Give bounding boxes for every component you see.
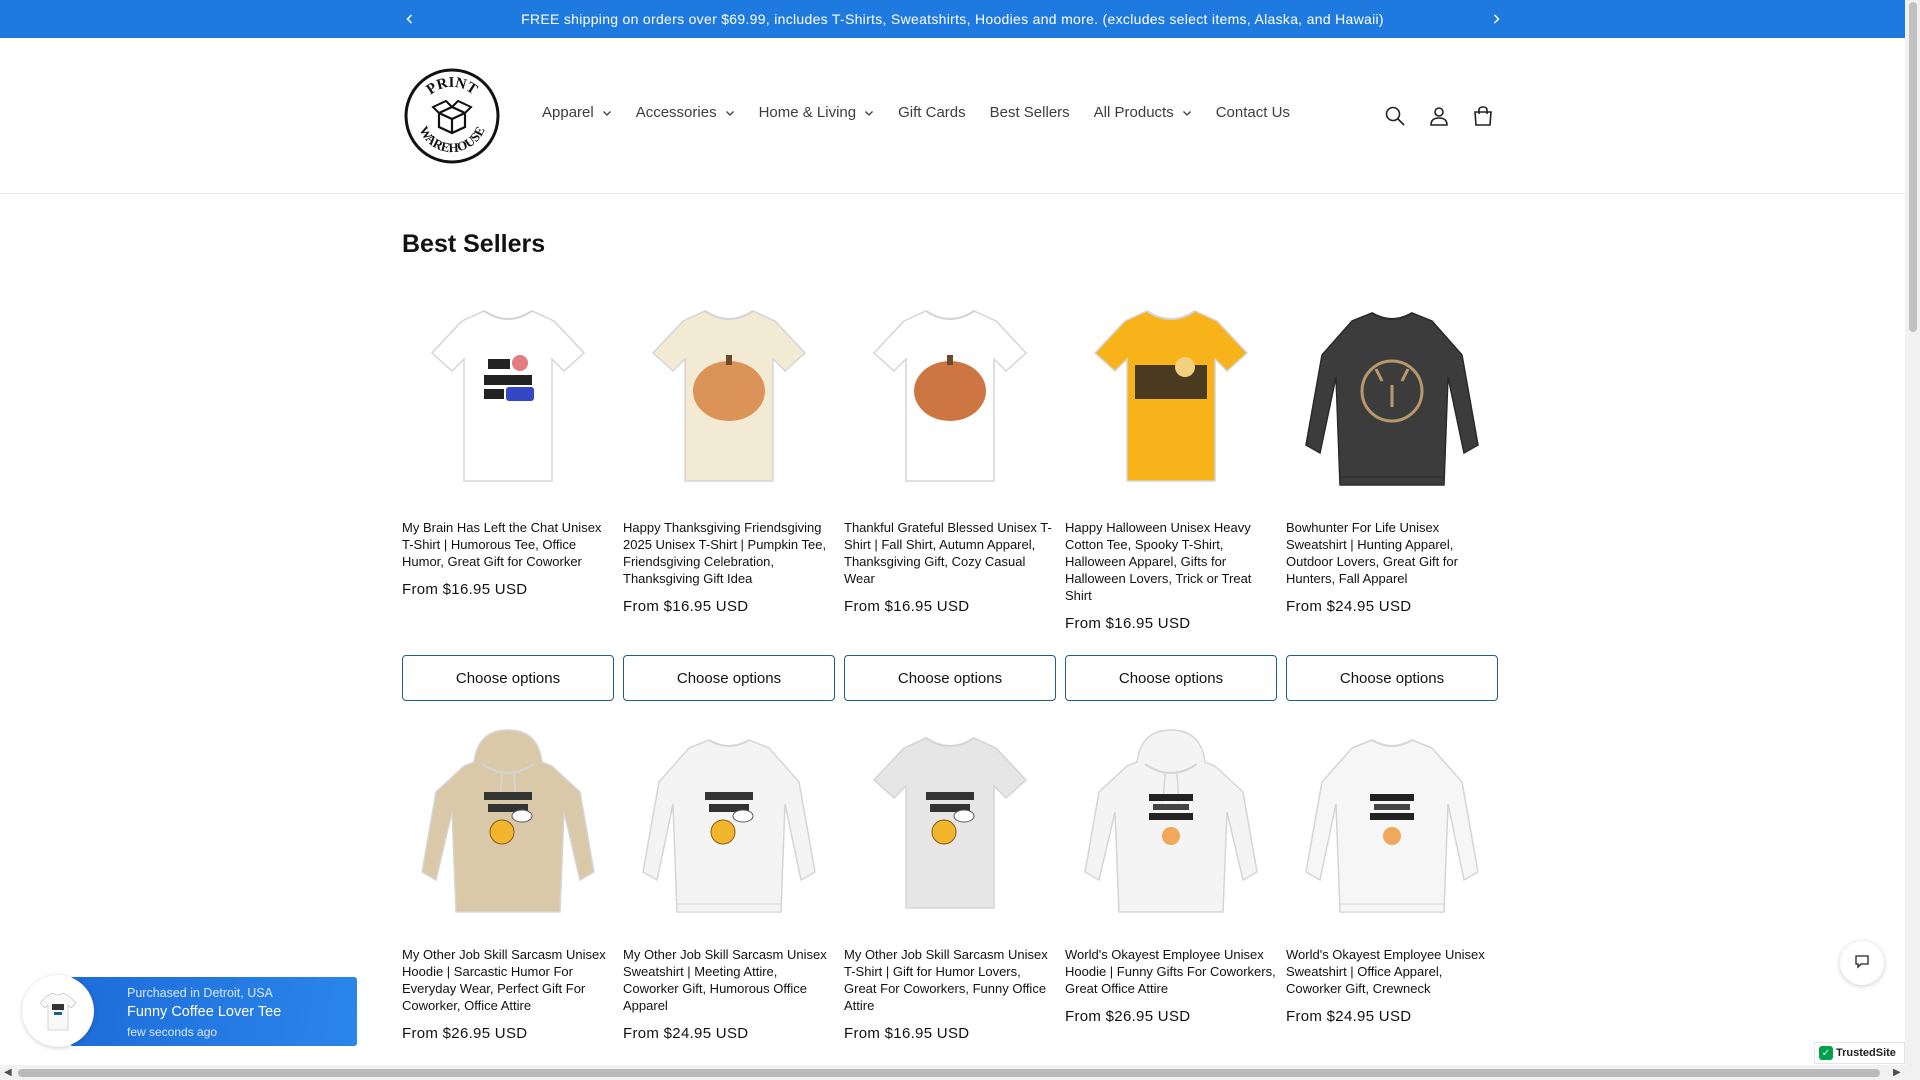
product-title[interactable]: World's Okayest Employee Unisex Hoodie |… — [1065, 946, 1277, 997]
site-header: PRINT WAREHOUSE Apparel Accessories Home… — [0, 38, 1905, 194]
product-price: From $24.95 USD — [1286, 598, 1412, 615]
popup-location: Purchased in Detroit, USA — [127, 986, 273, 1000]
search-icon[interactable] — [1381, 102, 1409, 130]
nav-item-contact-us[interactable]: Contact Us — [1216, 104, 1290, 121]
product-card[interactable]: Bowhunter For Life Unisex Sweatshirt | H… — [1286, 295, 1498, 615]
product-title[interactable]: Happy Thanksgiving Friendsgiving 2025 Un… — [623, 519, 835, 587]
product-price: From $16.95 USD — [623, 598, 749, 615]
account-icon[interactable] — [1425, 102, 1453, 130]
product-title[interactable]: Bowhunter For Life Unisex Sweatshirt | H… — [1286, 519, 1498, 587]
choose-options-button[interactable]: Choose options — [1065, 655, 1277, 701]
scrollbar-thumb[interactable] — [18, 1069, 1880, 1077]
product-card[interactable]: My Other Job Skill Sarcasm Unisex Hoodie… — [402, 722, 614, 1042]
choose-options-button[interactable]: Choose options — [844, 655, 1056, 701]
scrollbar-thumb[interactable] — [1909, 2, 1917, 332]
nav-label: Home & Living — [758, 104, 857, 121]
product-image[interactable] — [844, 722, 1056, 934]
chat-button[interactable] — [1840, 941, 1884, 985]
product-price: From $24.95 USD — [1286, 1008, 1412, 1025]
scroll-right-icon[interactable]: ▶ — [1893, 1067, 1901, 1078]
product-price: From $16.95 USD — [1065, 615, 1191, 632]
product-image[interactable] — [623, 295, 835, 507]
product-title[interactable]: World's Okayest Employee Unisex Sweatshi… — [1286, 946, 1498, 997]
product-card[interactable]: World's Okayest Employee Unisex Sweatshi… — [1286, 722, 1498, 1025]
trustedsite-badge[interactable]: ✓ TrustedSite — [1814, 1042, 1905, 1064]
product-card[interactable]: My Other Job Skill Sarcasm Unisex Sweats… — [623, 722, 835, 1042]
product-image[interactable] — [1065, 722, 1277, 934]
main-nav: Apparel Accessories Home & Living Gift C… — [542, 104, 1314, 121]
nav-label: Best Sellers — [989, 104, 1070, 121]
product-image[interactable] — [623, 722, 835, 934]
product-price: From $24.95 USD — [623, 1025, 749, 1042]
choose-options-button[interactable]: Choose options — [623, 655, 835, 701]
chat-icon — [1854, 953, 1870, 974]
nav-item-all-products[interactable]: All Products — [1094, 104, 1192, 121]
chevron-right-icon[interactable] — [1486, 9, 1506, 29]
product-title[interactable]: Thankful Grateful Blessed Unisex T-Shirt… — [844, 519, 1056, 587]
cart-icon[interactable] — [1469, 102, 1497, 130]
nav-item-best-sellers[interactable]: Best Sellers — [990, 104, 1070, 121]
chevron-left-icon[interactable] — [400, 9, 420, 29]
header-actions — [1381, 102, 1513, 130]
product-price: From $16.95 USD — [402, 581, 528, 598]
nav-label: Contact Us — [1215, 104, 1290, 121]
product-image[interactable] — [402, 295, 614, 507]
recent-purchase-popup[interactable]: Purchased in Detroit, USA Funny Coffee L… — [22, 975, 357, 1047]
product-image[interactable] — [1286, 295, 1498, 507]
chevron-down-icon — [602, 108, 612, 118]
popup-product-thumb — [22, 975, 94, 1047]
vertical-scrollbar[interactable] — [1905, 0, 1920, 1080]
product-price: From $16.95 USD — [844, 598, 970, 615]
product-card[interactable]: Happy Halloween Unisex Heavy Cotton Tee,… — [1065, 295, 1277, 632]
product-title[interactable]: My Other Job Skill Sarcasm Unisex T-Shir… — [844, 946, 1056, 1014]
section-title: Best Sellers — [402, 230, 546, 258]
horizontal-scrollbar[interactable]: ◀ ▶ — [0, 1065, 1905, 1080]
nav-item-home-living[interactable]: Home & Living — [759, 104, 875, 121]
product-title[interactable]: My Other Job Skill Sarcasm Unisex Sweats… — [623, 946, 835, 1014]
popup-time: few seconds ago — [127, 1025, 218, 1039]
product-title[interactable]: My Other Job Skill Sarcasm Unisex Hoodie… — [402, 946, 614, 1014]
chevron-down-icon — [725, 108, 735, 118]
product-card[interactable]: World's Okayest Employee Unisex Hoodie |… — [1065, 722, 1277, 1025]
product-title[interactable]: My Brain Has Left the Chat Unisex T-Shir… — [402, 519, 614, 570]
product-card[interactable]: Happy Thanksgiving Friendsgiving 2025 Un… — [623, 295, 835, 615]
chevron-down-icon — [1182, 108, 1192, 118]
nav-item-apparel[interactable]: Apparel — [542, 104, 612, 121]
store-logo[interactable]: PRINT WAREHOUSE — [403, 67, 501, 165]
scroll-left-icon[interactable]: ◀ — [4, 1067, 12, 1078]
nav-label: Gift Cards — [898, 104, 966, 121]
product-card[interactable]: Thankful Grateful Blessed Unisex T-Shirt… — [844, 295, 1056, 615]
product-card[interactable]: My Brain Has Left the Chat Unisex T-Shir… — [402, 295, 614, 598]
product-image[interactable] — [844, 295, 1056, 507]
chevron-down-icon — [864, 108, 874, 118]
product-title[interactable]: Happy Halloween Unisex Heavy Cotton Tee,… — [1065, 519, 1277, 604]
product-image[interactable] — [402, 722, 614, 934]
nav-label: All Products — [1093, 104, 1174, 121]
nav-label: Accessories — [635, 104, 717, 121]
trustedsite-label: TrustedSite — [1836, 1047, 1896, 1059]
check-icon: ✓ — [1819, 1046, 1833, 1060]
product-image[interactable] — [1286, 722, 1498, 934]
product-price: From $26.95 USD — [402, 1025, 528, 1042]
announcement-bar: FREE shipping on orders over $69.99, inc… — [0, 0, 1905, 38]
choose-options-button[interactable]: Choose options — [402, 655, 614, 701]
nav-item-accessories[interactable]: Accessories — [636, 104, 735, 121]
choose-options-button[interactable]: Choose options — [1286, 655, 1498, 701]
popup-product-name: Funny Coffee Lover Tee — [127, 1004, 282, 1020]
product-image[interactable] — [1065, 295, 1277, 507]
nav-item-gift-cards[interactable]: Gift Cards — [898, 104, 966, 121]
product-price: From $16.95 USD — [844, 1025, 970, 1042]
nav-label: Apparel — [542, 104, 594, 121]
announcement-text: FREE shipping on orders over $69.99, inc… — [521, 11, 1384, 27]
product-card[interactable]: My Other Job Skill Sarcasm Unisex T-Shir… — [844, 722, 1056, 1042]
product-price: From $26.95 USD — [1065, 1008, 1191, 1025]
